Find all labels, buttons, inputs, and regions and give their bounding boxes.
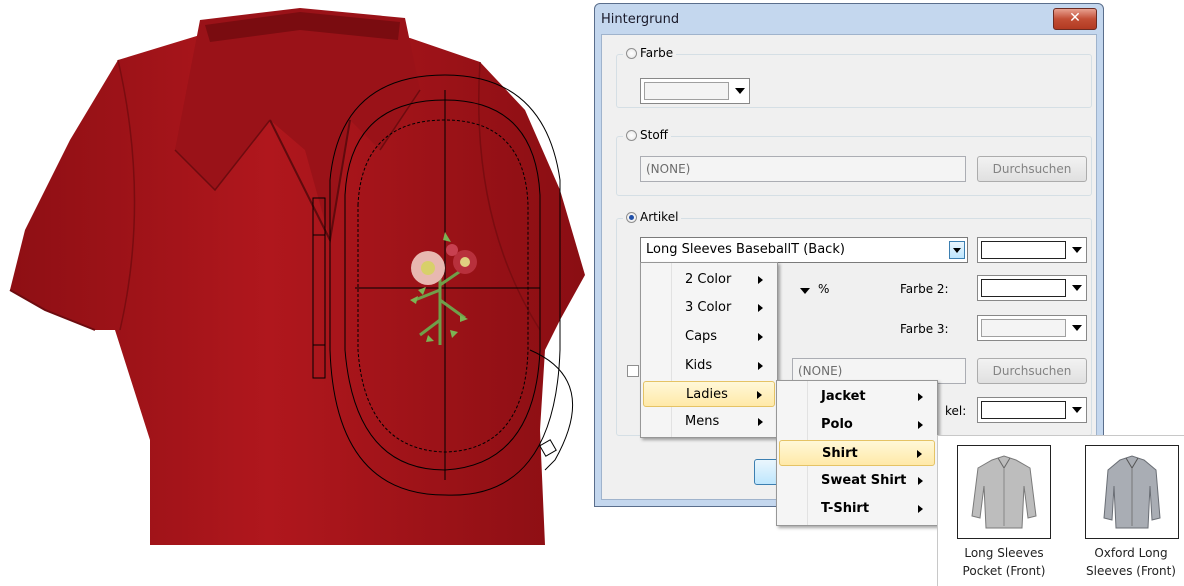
chevron-right-icon [918, 505, 923, 513]
farbe-color-picker[interactable] [640, 78, 750, 104]
dialog-title: Hintergrund [601, 12, 680, 27]
shirt-thumbnail-panel: Long Sleeves Pocket (Front) Oxford Long … [937, 435, 1184, 586]
artikel-swatch [981, 241, 1066, 259]
farbe-label: Farbe [640, 46, 674, 60]
menu-item-mens[interactable]: Mens [643, 409, 775, 435]
artikel-label: Artikel [640, 210, 679, 224]
stoff-label: Stoff [640, 128, 668, 142]
artikel-browse-button[interactable]: Durchsuchen [977, 358, 1087, 384]
thumbnail-long-sleeves-pocket[interactable] [957, 445, 1051, 539]
thumbnail-caption: Oxford Long Sleeves (Front) [1077, 544, 1184, 580]
farbe3-color-picker[interactable] [977, 315, 1087, 341]
artikel-radio[interactable] [626, 211, 637, 223]
chevron-right-icon [758, 333, 763, 341]
percent-label: % [818, 282, 830, 296]
menu-item-label: Kids [685, 358, 713, 373]
caption-line: Pocket (Front) [962, 564, 1046, 578]
menu-item-t-shirt[interactable]: T-Shirt [779, 496, 935, 522]
artikel-combo-value: Long Sleeves BaseballT (Back) [646, 242, 845, 257]
artikel-color-picker[interactable] [977, 237, 1087, 263]
polo-shirt-image [9, 8, 585, 545]
shirt-icon [1103, 455, 1161, 529]
artikel-fabric-swatch [981, 401, 1066, 419]
shirt-icon [971, 455, 1037, 529]
chevron-right-icon [757, 391, 762, 399]
artikel-fabric-color-picker[interactable] [977, 397, 1087, 423]
farbe3-label: Farbe 3: [900, 322, 949, 336]
chevron-down-icon[interactable] [949, 241, 965, 259]
stoff-group: Stoff (NONE) Durchsuchen [616, 128, 1092, 196]
chevron-right-icon [917, 450, 922, 458]
chevron-down-icon [1072, 407, 1082, 413]
chevron-right-icon [918, 421, 923, 429]
farbe2-swatch [981, 279, 1066, 297]
caption-line: Oxford Long [1094, 546, 1168, 560]
menu-item-polo[interactable]: Polo [779, 412, 935, 438]
chevron-right-icon [758, 362, 763, 370]
artikel-combo[interactable]: Long Sleeves BaseballT (Back) [640, 237, 968, 263]
chevron-down-icon [1072, 285, 1082, 291]
ladies-submenu: Jacket Polo Shirt Sweat Shirt T-Shirt [776, 380, 938, 526]
stoff-radio-row[interactable]: Stoff [623, 128, 671, 142]
menu-item-label: Mens [685, 414, 720, 429]
chevron-down-icon[interactable] [800, 288, 810, 294]
menu-item-label: Polo [821, 417, 853, 432]
caption-line: Sleeves (Front) [1086, 564, 1176, 578]
close-button[interactable]: ✕ [1053, 8, 1097, 30]
menu-item-shirt[interactable]: Shirt [779, 440, 935, 466]
chevron-right-icon [758, 276, 763, 284]
chevron-right-icon [758, 304, 763, 312]
menu-item-ladies[interactable]: Ladies [643, 381, 775, 407]
menu-item-label: T-Shirt [821, 501, 870, 516]
farbe-radio[interactable] [626, 47, 637, 59]
menu-item-label: Shirt [822, 446, 858, 461]
chevron-down-icon [1072, 325, 1082, 331]
farbe2-color-picker[interactable] [977, 275, 1087, 301]
menu-item-label: Jacket [821, 389, 866, 404]
menu-item-jacket[interactable]: Jacket [779, 384, 935, 410]
farbe-radio-row[interactable]: Farbe [623, 46, 677, 60]
thumbnail-caption: Long Sleeves Pocket (Front) [947, 544, 1061, 580]
menu-item-3-color[interactable]: 3 Color [643, 295, 775, 321]
category-menu: 2 Color 3 Color Caps Kids Ladies Mens [640, 262, 778, 438]
farbe-swatch [644, 82, 729, 100]
thumbnail-oxford-long-sleeves[interactable] [1085, 445, 1179, 539]
caption-line: Long Sleeves [964, 546, 1044, 560]
menu-item-kids[interactable]: Kids [643, 353, 775, 379]
artikel-color-label: kel: [945, 404, 967, 418]
farbe3-swatch [981, 319, 1066, 337]
stoff-browse-button[interactable]: Durchsuchen [977, 156, 1087, 182]
chevron-right-icon [918, 477, 923, 485]
dialog-titlebar[interactable]: Hintergrund ✕ [595, 4, 1103, 34]
chevron-right-icon [758, 418, 763, 426]
menu-item-sweat-shirt[interactable]: Sweat Shirt [779, 468, 935, 494]
artikel-radio-row[interactable]: Artikel [623, 210, 682, 224]
design-canvas[interactable] [0, 0, 600, 586]
menu-item-label: 2 Color [685, 272, 732, 287]
farbe2-label: Farbe 2: [900, 282, 949, 296]
stoff-field[interactable]: (NONE) [640, 156, 966, 182]
menu-item-label: 3 Color [685, 300, 732, 315]
chevron-down-icon [735, 88, 745, 94]
menu-item-label: Ladies [686, 387, 728, 402]
chevron-right-icon [918, 393, 923, 401]
artikel-checkbox[interactable] [627, 365, 639, 377]
chevron-down-icon [1072, 247, 1082, 253]
menu-item-2-color[interactable]: 2 Color [643, 267, 775, 293]
farbe-group: Farbe [616, 46, 1092, 108]
stoff-radio[interactable] [626, 129, 637, 141]
menu-item-label: Sweat Shirt [821, 473, 907, 488]
menu-item-label: Caps [685, 329, 718, 344]
menu-item-caps[interactable]: Caps [643, 324, 775, 350]
